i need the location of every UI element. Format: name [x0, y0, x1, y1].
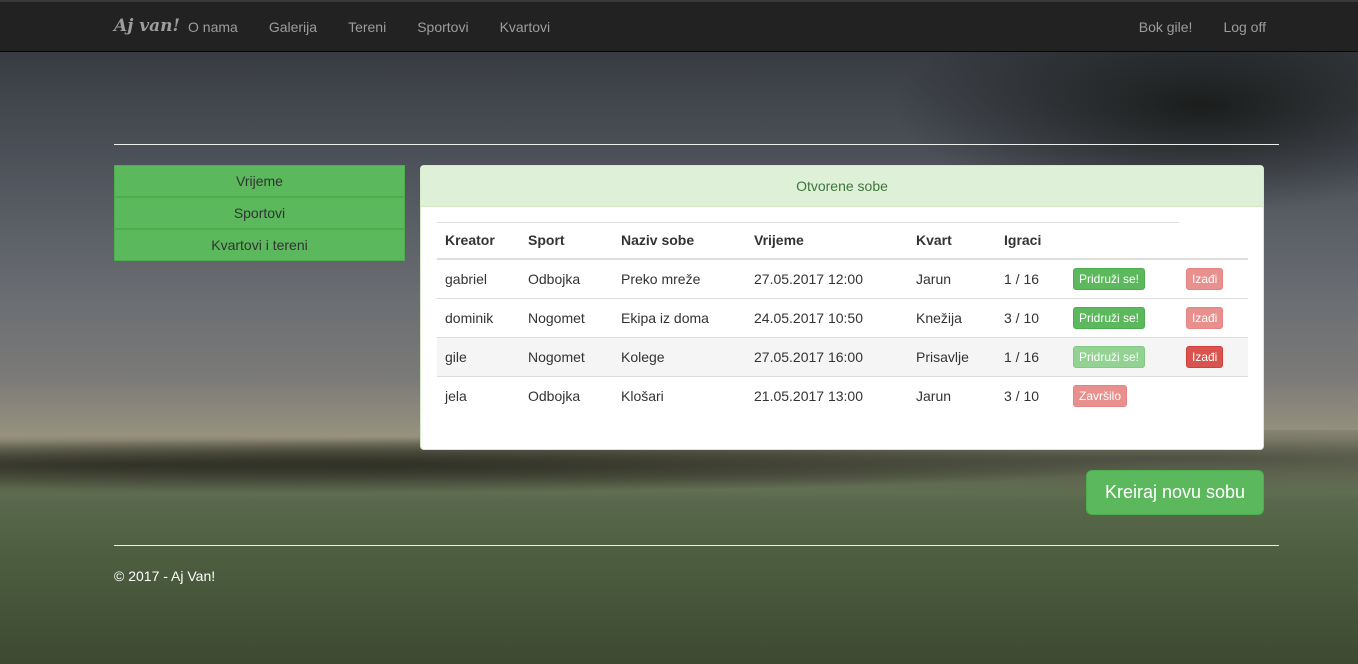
cell-leave: Izađi	[1178, 258, 1248, 299]
cell-sport: Odbojka	[520, 376, 613, 415]
table-header-row: Kreator Sport Naziv sobe Vrijeme Kvart I…	[437, 222, 1248, 260]
brand-logo[interactable]: Aj van!	[114, 16, 180, 36]
column-header-join	[1065, 222, 1178, 260]
column-header-naziv-sobe: Naziv sobe	[613, 222, 746, 260]
column-header-leave	[1178, 222, 1248, 260]
ended-badge: Završilo	[1073, 385, 1128, 407]
panel-title: Otvorene sobe	[421, 166, 1263, 207]
cell-join: Pridruži se!	[1065, 258, 1178, 299]
nav-link-galerija[interactable]: Galerija	[269, 2, 317, 52]
table-row: gabriel Odbojka Preko mreže 27.05.2017 1…	[437, 258, 1248, 299]
rooms-panel: Otvorene sobe Kreator Sport Naziv sobe V…	[420, 165, 1264, 450]
cell-room-name: Ekipa iz doma	[613, 298, 746, 338]
create-room-button[interactable]: Kreiraj novu sobu	[1086, 470, 1264, 515]
cell-time: 27.05.2017 12:00	[746, 258, 908, 299]
cell-room-name: Preko mreže	[613, 258, 746, 299]
leave-button[interactable]: Izađi	[1186, 346, 1224, 368]
table-row: jela Odbojka Klošari 21.05.2017 13:00 Ja…	[437, 376, 1248, 415]
cell-creator: gile	[437, 337, 520, 377]
rooms-table-wrapper: Kreator Sport Naziv sobe Vrijeme Kvart I…	[437, 222, 1248, 415]
footer-divider	[114, 545, 1279, 546]
column-header-igraci: Igraci	[996, 222, 1065, 260]
filter-menu: Vrijeme Sportovi Kvartovi i tereni	[114, 165, 405, 261]
cell-time: 24.05.2017 10:50	[746, 298, 908, 338]
filter-sportovi-button[interactable]: Sportovi	[114, 197, 405, 229]
cell-district: Jarun	[908, 376, 996, 415]
cell-sport: Nogomet	[520, 298, 613, 338]
cell-district: Prisavlje	[908, 337, 996, 377]
nav-link-sportovi[interactable]: Sportovi	[417, 2, 468, 52]
table-row: dominik Nogomet Ekipa iz doma 24.05.2017…	[437, 298, 1248, 338]
join-button[interactable]: Pridruži se!	[1073, 307, 1146, 329]
nav-link-tereni[interactable]: Tereni	[348, 2, 386, 52]
join-button[interactable]: Pridruži se!	[1073, 346, 1146, 368]
cell-join: Pridruži se!	[1065, 298, 1178, 338]
column-header-kvart: Kvart	[908, 222, 996, 260]
top-divider	[114, 144, 1279, 145]
cell-status: Završilo	[1065, 376, 1178, 415]
nav-user: Bok gile! Log off	[1108, 2, 1266, 52]
cell-join: Pridruži se!	[1065, 337, 1178, 377]
cell-empty	[1178, 376, 1248, 415]
leave-button[interactable]: Izađi	[1186, 268, 1224, 290]
rooms-table: Kreator Sport Naziv sobe Vrijeme Kvart I…	[437, 222, 1248, 415]
column-header-kreator: Kreator	[437, 222, 520, 260]
cell-creator: gabriel	[437, 258, 520, 299]
user-greeting-link[interactable]: Bok gile!	[1139, 2, 1193, 52]
cell-sport: Odbojka	[520, 258, 613, 299]
nav-links: O nama Galerija Tereni Sportovi Kvartovi	[188, 2, 581, 52]
leave-button[interactable]: Izađi	[1186, 307, 1224, 329]
cell-time: 27.05.2017 16:00	[746, 337, 908, 377]
cell-players: 3 / 10	[996, 298, 1065, 338]
nav-link-kvartovi[interactable]: Kvartovi	[500, 2, 551, 52]
filter-vrijeme-button[interactable]: Vrijeme	[114, 165, 405, 197]
footer-copyright: © 2017 - Aj Van!	[114, 568, 216, 584]
cell-creator: dominik	[437, 298, 520, 338]
top-navbar: Aj van! O nama Galerija Tereni Sportovi …	[0, 0, 1358, 52]
cell-leave: Izađi	[1178, 337, 1248, 377]
join-button[interactable]: Pridruži se!	[1073, 268, 1146, 290]
cell-players: 3 / 10	[996, 376, 1065, 415]
cell-time: 21.05.2017 13:00	[746, 376, 908, 415]
column-header-vrijeme: Vrijeme	[746, 222, 908, 260]
table-row: gile Nogomet Kolege 27.05.2017 16:00 Pri…	[437, 337, 1248, 377]
logoff-link[interactable]: Log off	[1223, 2, 1266, 52]
cell-district: Knežija	[908, 298, 996, 338]
cell-creator: jela	[437, 376, 520, 415]
cell-room-name: Kolege	[613, 337, 746, 377]
cell-players: 1 / 16	[996, 337, 1065, 377]
cell-district: Jarun	[908, 258, 996, 299]
filter-kvartovi-button[interactable]: Kvartovi i tereni	[114, 229, 405, 261]
cell-sport: Nogomet	[520, 337, 613, 377]
column-header-sport: Sport	[520, 222, 613, 260]
cell-room-name: Klošari	[613, 376, 746, 415]
cell-leave: Izađi	[1178, 298, 1248, 338]
nav-link-o-nama[interactable]: O nama	[188, 2, 238, 52]
cell-players: 1 / 16	[996, 258, 1065, 299]
